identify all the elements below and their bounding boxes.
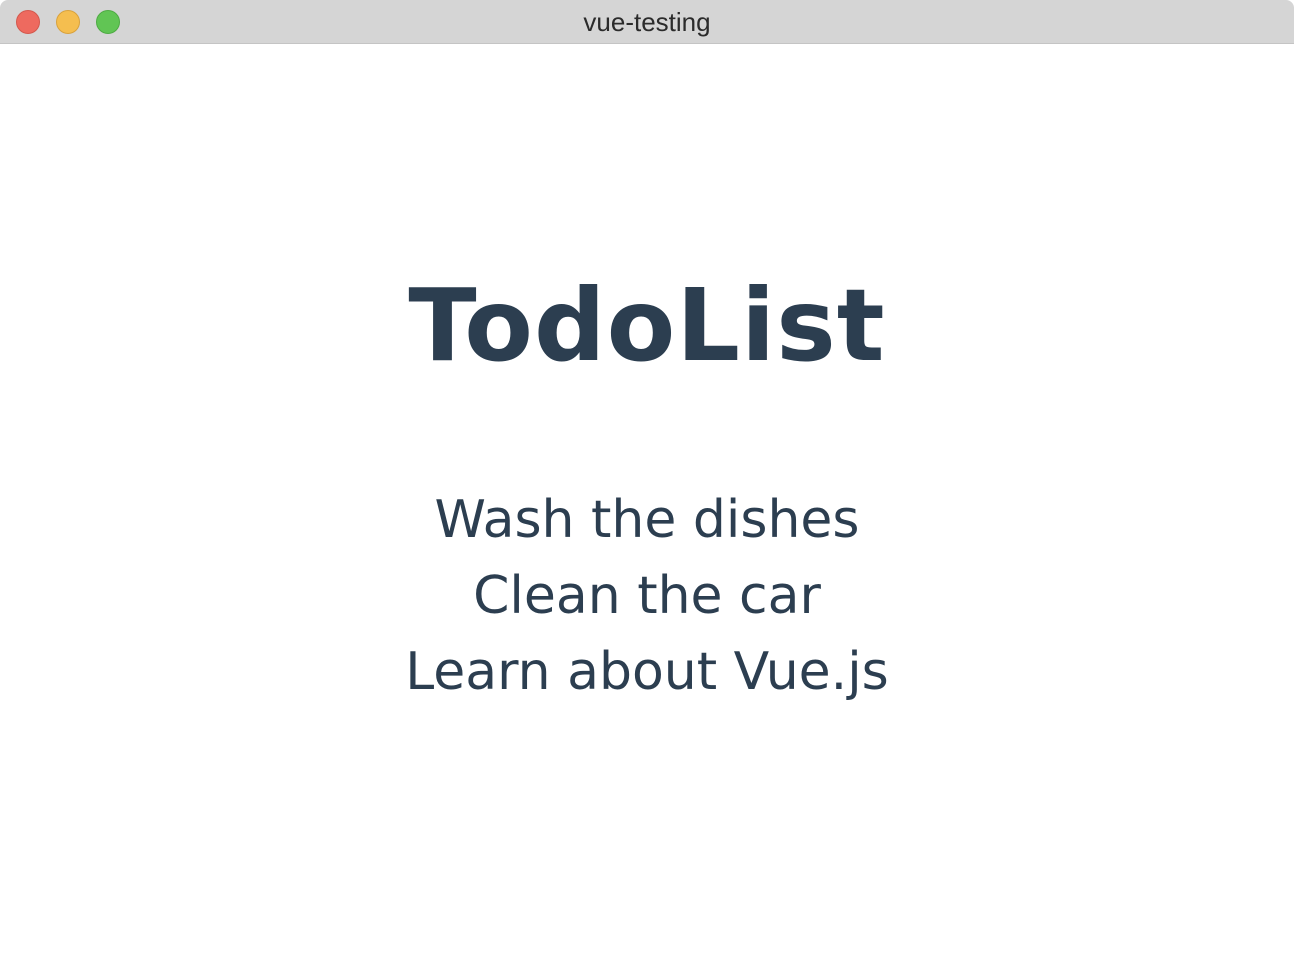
app-window: vue-testing TodoList Wash the dishes Cle… [0, 0, 1294, 954]
todo-item: Learn about Vue.js [405, 642, 889, 702]
todo-item: Wash the dishes [434, 490, 860, 550]
page-title: TodoList [408, 267, 886, 384]
app-content: TodoList Wash the dishes Clean the car L… [0, 44, 1294, 954]
window-title: vue-testing [583, 7, 711, 37]
window-titlebar[interactable]: vue-testing [0, 0, 1294, 44]
todo-list: Wash the dishes Clean the car Learn abou… [0, 482, 1294, 710]
todo-item: Clean the car [473, 566, 821, 626]
